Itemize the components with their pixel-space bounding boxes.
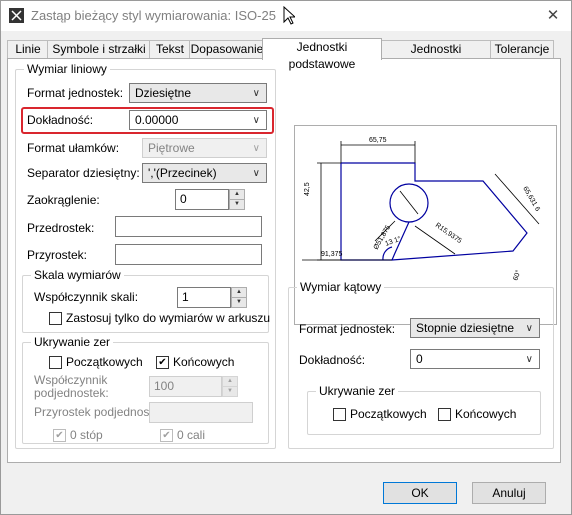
prefix-input[interactable]: [115, 216, 262, 237]
scale-group-title: Skala wymiarów: [31, 268, 124, 282]
spin-down-icon[interactable]: ▼: [222, 386, 238, 397]
angular-leading-label: Początkowych: [350, 407, 427, 421]
linear-group: Wymiar liniowy Format jednostek: Dziesię…: [15, 62, 276, 449]
checkmark-icon[interactable]: ✔: [156, 356, 169, 369]
checkmark-icon[interactable]: ✔: [53, 429, 66, 442]
tab-panel: Wymiar liniowy Format jednostek: Dziesię…: [7, 58, 561, 463]
zero-angular-group-title: Ukrywanie zer: [316, 384, 399, 398]
scale-factor-label: Współczynnik skali:: [34, 290, 139, 304]
scale-factor-value[interactable]: 1: [177, 287, 231, 308]
format-label: Format jednostek:: [27, 86, 124, 100]
angular-trailing-label: Końcowych: [455, 407, 517, 421]
round-spinner[interactable]: 0 ▲ ▼: [175, 189, 245, 210]
tab-dopasowanie[interactable]: Dopasowanie: [189, 40, 265, 59]
dialog-window: Zastąp bieżący styl wymiarowania: ISO-25…: [0, 0, 572, 515]
window-title: Zastąp bieżący styl wymiarowania: ISO-25: [31, 8, 276, 23]
scale-factor-spinner[interactable]: 1 ▲ ▼: [177, 287, 247, 308]
app-icon: [9, 8, 24, 23]
zero-angular-group: Ukrywanie zer Początkowych Końcowych: [307, 384, 541, 435]
linear-group-title: Wymiar liniowy: [24, 62, 110, 76]
tab-jednostki-dodatkowe[interactable]: Jednostki dodatkowe: [380, 40, 492, 73]
tab-tekst[interactable]: Tekst: [149, 40, 191, 59]
chevron-down-icon: ∨: [252, 143, 260, 154]
angular-precision-label: Dokładność:: [299, 353, 366, 367]
inches-label: 0 cali: [177, 428, 206, 442]
dim-bottom-label: 91,375: [321, 251, 343, 258]
dim-dia-label: Ø51,875: [373, 224, 393, 251]
round-label: Zaokrąglenie:: [27, 193, 100, 207]
subunit-factor-value[interactable]: 100: [149, 376, 222, 397]
checkmark-icon[interactable]: ✔: [160, 429, 173, 442]
dim-top-label: 65,75: [369, 137, 387, 144]
zero-linear-group: Ukrywanie zer Początkowych ✔ Końcowych W…: [22, 335, 269, 444]
ok-button[interactable]: OK: [383, 482, 457, 504]
feet-label: 0 stóp: [70, 428, 103, 442]
angular-group: Wymiar kątowy Format jednostek: Stopnie …: [288, 280, 554, 449]
chevron-down-icon: ∨: [525, 354, 533, 365]
scale-group: Skala wymiarów Współczynnik skali: 1 ▲ ▼…: [22, 268, 271, 333]
checkbox-box[interactable]: [438, 408, 451, 421]
subunit-factor-spinner[interactable]: 100 ▲ ▼: [149, 376, 238, 397]
dim-radius-label: R15,9375: [434, 222, 463, 245]
spin-down-icon[interactable]: ▼: [231, 297, 247, 308]
angular-format-label: Format jednostek:: [299, 322, 396, 336]
chevron-down-icon: ∨: [252, 168, 260, 179]
prefix-label: Przedrostek:: [27, 221, 95, 235]
checkbox-box[interactable]: [49, 312, 62, 325]
format-select[interactable]: Dziesiętne ∨: [129, 83, 267, 103]
trailing-zero-label: Końcowych: [173, 355, 235, 369]
chevron-down-icon: ∨: [525, 323, 533, 334]
angular-precision-select[interactable]: 0 ∨: [410, 349, 540, 369]
precision-label: Dokładność:: [27, 113, 94, 127]
fraction-value: Piętrowe: [148, 141, 195, 155]
separator-select[interactable]: ','(Przecinek) ∨: [142, 163, 267, 183]
angular-format-select[interactable]: Stopnie dziesiętne ∨: [410, 318, 540, 338]
mouse-cursor-icon: [283, 6, 295, 25]
chevron-down-icon: ∨: [252, 115, 260, 126]
checkbox-box[interactable]: [333, 408, 346, 421]
angular-format-value: Stopnie dziesiętne: [416, 321, 515, 335]
suffix-input[interactable]: [115, 244, 262, 265]
subunit-suffix-input[interactable]: [149, 402, 253, 423]
leading-zero-label: Początkowych: [66, 355, 143, 369]
subunit-factor-label-1: Współczynnik: [34, 373, 108, 387]
angular-group-title: Wymiar kątowy: [297, 280, 385, 294]
tab-jednostki-podstawowe[interactable]: Jednostki podstawowe: [262, 38, 382, 71]
precision-value: 0.00000: [135, 113, 179, 127]
tab-linie[interactable]: Linie: [7, 40, 49, 59]
checkbox-box[interactable]: [49, 356, 62, 369]
tab-symbole[interactable]: Symbole i strzałki: [47, 40, 151, 59]
fraction-label: Format ułamków:: [27, 141, 120, 155]
dim-left-label: 42,5: [304, 182, 311, 196]
subunit-factor-label-2: podjednostek:: [34, 386, 109, 400]
layout-only-label: Zastosuj tylko do wymiarów w arkuszu: [66, 311, 271, 325]
precision-select[interactable]: 0.00000 ∨: [129, 110, 267, 130]
dim-right-label: 65,631 6: [521, 186, 541, 213]
suffix-label: Przyrostek:: [27, 248, 88, 262]
cancel-button[interactable]: Anuluj: [472, 482, 546, 504]
format-value: Dziesiętne: [135, 86, 192, 100]
dim-angle-2-label: 60°: [511, 269, 522, 282]
separator-value: ','(Przecinek): [148, 166, 217, 180]
angular-precision-value: 0: [416, 352, 423, 366]
spin-down-icon[interactable]: ▼: [229, 199, 245, 210]
zero-linear-group-title: Ukrywanie zer: [31, 335, 114, 349]
tab-tolerancje[interactable]: Tolerancje: [490, 40, 554, 59]
close-button[interactable]: ✕: [539, 5, 567, 27]
chevron-down-icon: ∨: [252, 88, 260, 99]
round-value[interactable]: 0: [175, 189, 229, 210]
separator-label: Separator dziesiętny:: [27, 166, 140, 180]
fraction-select[interactable]: Piętrowe ∨: [142, 138, 267, 158]
